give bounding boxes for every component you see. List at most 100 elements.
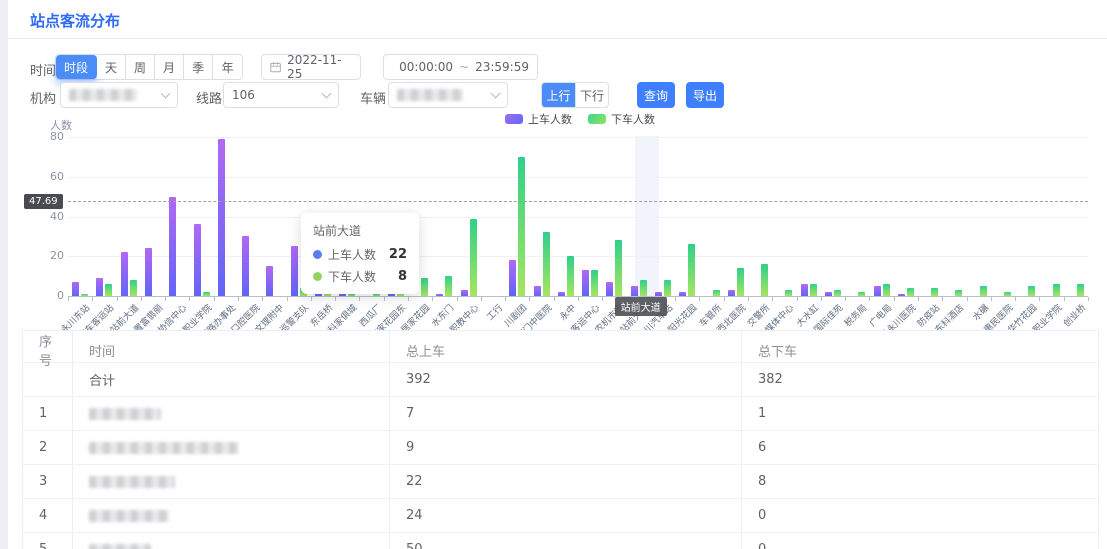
cell-total-boarding: 22	[390, 465, 742, 498]
boarding-bar[interactable]	[582, 270, 589, 296]
alighting-bar[interactable]	[980, 286, 987, 296]
boarding-bar[interactable]	[558, 292, 565, 296]
alighting-bar[interactable]	[518, 157, 525, 296]
x-axis-tickmark	[918, 297, 919, 301]
boarding-bar[interactable]	[631, 286, 638, 296]
boarding-bar[interactable]	[825, 292, 832, 296]
cell-total-boarding: 50	[390, 533, 742, 549]
alighting-bar[interactable]	[203, 292, 210, 296]
alighting-bar[interactable]	[931, 288, 938, 296]
alighting-bar[interactable]	[105, 284, 112, 296]
alighting-bar[interactable]	[1077, 284, 1084, 296]
boarding-bar[interactable]	[534, 286, 541, 296]
alighting-bar[interactable]	[688, 244, 695, 296]
alighting-bar[interactable]	[543, 232, 550, 296]
x-axis-tickmark	[1064, 297, 1065, 301]
boarding-bar[interactable]	[728, 290, 735, 296]
boarding-bar[interactable]	[874, 286, 881, 296]
export-button[interactable]: 导出	[686, 82, 724, 108]
alighting-bar[interactable]	[858, 292, 865, 296]
x-axis-label: 广电局	[866, 301, 894, 329]
boarding-bar[interactable]	[145, 248, 152, 296]
alighting-bar[interactable]	[883, 284, 890, 296]
legend-item-alighting[interactable]: 下车人数	[588, 111, 655, 127]
boarding-bar[interactable]	[169, 197, 176, 296]
direction-up-button[interactable]: 上行	[542, 83, 575, 107]
alighting-bar[interactable]	[470, 219, 477, 297]
tooltip-label: 上车人数	[328, 246, 376, 263]
y-axis-tick-label: 60	[34, 170, 64, 183]
boarding-bar[interactable]	[509, 260, 516, 296]
legend-item-boarding[interactable]: 上车人数	[505, 111, 572, 127]
line-select[interactable]: 106	[223, 82, 339, 108]
alighting-bar[interactable]	[640, 280, 647, 296]
boarding-bar[interactable]	[194, 224, 201, 296]
boarding-swatch-icon	[505, 114, 523, 124]
x-axis-tickmark	[699, 297, 700, 301]
alighting-bar[interactable]	[591, 270, 598, 296]
x-axis-tickmark	[505, 297, 506, 301]
alighting-bar[interactable]	[348, 294, 355, 296]
tab-天[interactable]: 天	[97, 55, 126, 79]
boarding-bar[interactable]	[436, 294, 443, 296]
tab-季[interactable]: 季	[184, 55, 213, 79]
y-axis-tick-label: 0	[34, 289, 64, 302]
alighting-bar[interactable]	[907, 288, 914, 296]
tab-时段[interactable]: 时段	[56, 55, 97, 79]
average-dashed-line	[68, 201, 1088, 202]
alighting-bar[interactable]	[1028, 286, 1035, 296]
alighting-bar[interactable]	[130, 280, 137, 296]
query-button[interactable]: 查询	[637, 82, 675, 108]
alighting-bar[interactable]	[373, 294, 380, 296]
direction-down-button[interactable]: 下行	[575, 83, 608, 107]
gridline	[68, 137, 1088, 138]
boarding-bar[interactable]	[461, 290, 468, 296]
org-select[interactable]	[60, 82, 178, 108]
date-value: 2022-11-25	[287, 53, 352, 81]
tab-月[interactable]: 月	[155, 55, 184, 79]
tab-年[interactable]: 年	[213, 55, 242, 79]
vehicle-select[interactable]	[388, 82, 508, 108]
alighting-bar[interactable]	[834, 290, 841, 296]
alighting-bar[interactable]	[1004, 292, 1011, 296]
boarding-bar[interactable]	[218, 139, 225, 296]
table-row: 171	[23, 397, 1098, 431]
boarding-bar[interactable]	[801, 284, 808, 296]
table-row: 合计392382	[23, 363, 1098, 397]
alighting-bar[interactable]	[421, 278, 428, 296]
alighting-bar[interactable]	[737, 268, 744, 296]
boarding-bar[interactable]	[242, 236, 249, 296]
x-axis-tickmark	[724, 297, 725, 301]
boarding-bar[interactable]	[655, 292, 662, 296]
calendar-icon	[270, 61, 281, 73]
time-range-picker[interactable]: 00:00:00 ~ 23:59:59	[383, 54, 538, 80]
boarding-bar[interactable]	[72, 282, 79, 296]
alighting-bar[interactable]	[761, 264, 768, 296]
boarding-bar[interactable]	[898, 294, 905, 296]
boarding-bar[interactable]	[606, 282, 613, 296]
cell-total-alighting: 0	[742, 499, 1098, 532]
date-picker[interactable]: 2022-11-25	[261, 54, 361, 80]
alighting-bar[interactable]	[445, 276, 452, 296]
alighting-bar[interactable]	[785, 290, 792, 296]
vehicle-select-value-redacted	[397, 89, 463, 101]
alighting-bar[interactable]	[1053, 284, 1060, 296]
table-row: 3228	[23, 465, 1098, 499]
alighting-bar[interactable]	[615, 240, 622, 296]
boarding-bar[interactable]	[291, 246, 298, 296]
boarding-bar[interactable]	[679, 292, 686, 296]
alighting-bar[interactable]	[664, 280, 671, 296]
cell-station	[73, 465, 390, 498]
boarding-bar[interactable]	[266, 266, 273, 296]
alighting-bar[interactable]	[810, 284, 817, 296]
cell-no: 2	[23, 431, 73, 464]
y-axis-tick-label: 20	[34, 249, 64, 262]
tab-周[interactable]: 周	[126, 55, 155, 79]
alighting-bar[interactable]	[81, 294, 88, 296]
alighting-bar[interactable]	[567, 256, 574, 296]
alighting-bar[interactable]	[713, 290, 720, 296]
boarding-bar[interactable]	[96, 278, 103, 296]
alighting-bar[interactable]	[955, 290, 962, 296]
x-axis-tickmark	[529, 297, 530, 301]
boarding-bar[interactable]	[121, 252, 128, 296]
